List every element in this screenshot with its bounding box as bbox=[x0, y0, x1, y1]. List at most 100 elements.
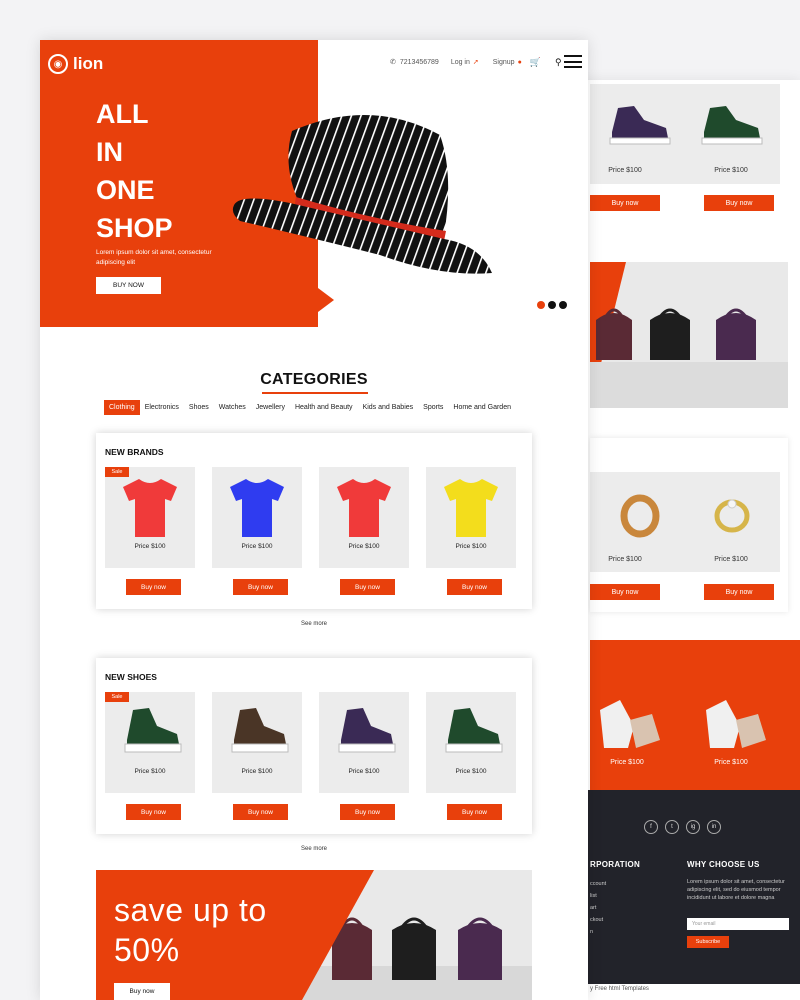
back-boots-section bbox=[590, 640, 800, 790]
product-card[interactable]: Price $100 bbox=[319, 692, 409, 793]
promo-line: 50% bbox=[114, 932, 180, 968]
phone-number[interactable]: 7213456789 bbox=[400, 59, 439, 66]
tab-health-beauty[interactable]: Health and Beauty bbox=[290, 400, 358, 415]
promo-text: save up to 50% bbox=[114, 890, 267, 970]
phone-icon: ✆ bbox=[390, 59, 396, 66]
login-icon: ➚ bbox=[472, 59, 479, 66]
categories-title: CATEGORIES bbox=[260, 371, 368, 388]
search-icon[interactable]: ⚲ bbox=[555, 57, 562, 68]
footer-link[interactable]: list bbox=[590, 892, 597, 900]
tab-home-garden[interactable]: Home and Garden bbox=[448, 400, 516, 415]
tshirt-icon bbox=[230, 479, 284, 537]
user-icon: ● bbox=[517, 58, 522, 66]
product-card[interactable]: Price $100 bbox=[426, 467, 516, 568]
categories-underline bbox=[262, 392, 368, 394]
product-price: Price $100 bbox=[134, 768, 166, 775]
buy-now-button[interactable]: Buy now bbox=[340, 804, 395, 820]
fedora-hat-image bbox=[232, 114, 492, 274]
buy-now-button[interactable]: Buy now bbox=[233, 804, 288, 820]
tshirt-shape bbox=[444, 479, 498, 537]
footer-link[interactable]: ckout bbox=[590, 916, 603, 924]
tab-clothing[interactable]: Clothing bbox=[104, 400, 140, 415]
back-footer: f t ig in RPORATION ccount list art ckou… bbox=[580, 790, 800, 984]
sneaker-icon bbox=[338, 708, 396, 753]
facebook-icon[interactable]: f bbox=[644, 820, 658, 834]
hero-title: ALL IN ONE SHOP bbox=[96, 95, 173, 247]
cart-icon[interactable]: 🛒 bbox=[530, 57, 541, 68]
linkedin-icon[interactable]: in bbox=[707, 820, 721, 834]
tab-sports[interactable]: Sports bbox=[418, 400, 448, 415]
sneaker-icon bbox=[445, 708, 503, 753]
signup-link[interactable]: Signup bbox=[493, 59, 515, 66]
main-page: ◉ lion ALL IN ONE SHOP Lorem ipsum dolor… bbox=[40, 40, 588, 1000]
carousel-dots[interactable] bbox=[537, 301, 567, 309]
back-buy-button[interactable]: Buy now bbox=[704, 584, 774, 600]
product-price: Price $100 bbox=[134, 543, 166, 550]
promo-banner: save up to 50% Buy now bbox=[96, 870, 532, 1000]
tshirt-shape bbox=[230, 479, 284, 537]
login-link[interactable]: Log in bbox=[451, 59, 470, 66]
back-price: Price $100 bbox=[714, 759, 748, 766]
footer-link[interactable]: ccount bbox=[590, 880, 606, 888]
product-card[interactable]: Price $100 bbox=[212, 692, 302, 793]
menu-icon[interactable] bbox=[564, 55, 582, 68]
product-price: Price $100 bbox=[455, 543, 487, 550]
buy-now-button[interactable]: Buy now bbox=[233, 579, 288, 595]
tab-electronics[interactable]: Electronics bbox=[140, 400, 184, 415]
hero-title-line: IN bbox=[96, 137, 123, 167]
back-buy-button[interactable]: Buy now bbox=[590, 584, 660, 600]
product-card[interactable]: Price $100 bbox=[212, 467, 302, 568]
hero-title-line: ALL bbox=[96, 99, 149, 129]
buy-now-button[interactable]: Buy now bbox=[126, 579, 181, 595]
twitter-icon[interactable]: t bbox=[665, 820, 679, 834]
sneaker-shape bbox=[448, 708, 500, 746]
footer-subscribe-button[interactable]: Subscribe bbox=[687, 936, 729, 948]
carousel-dot[interactable] bbox=[559, 301, 567, 309]
footer-email-input[interactable]: Your email bbox=[687, 918, 789, 930]
tab-shoes[interactable]: Shoes bbox=[184, 400, 214, 415]
tshirt-shape bbox=[337, 479, 391, 537]
tab-watches[interactable]: Watches bbox=[214, 400, 251, 415]
tshirt-shape bbox=[123, 479, 177, 537]
footer-col1-title: RPORATION bbox=[590, 860, 641, 869]
buy-now-button[interactable]: Buy now bbox=[447, 579, 502, 595]
carousel-dot[interactable] bbox=[548, 301, 556, 309]
footer-col2-text: Lorem ipsum dolor sit amet, consectetur … bbox=[687, 879, 785, 901]
logo[interactable]: ◉ lion bbox=[48, 54, 103, 74]
product-card[interactable]: Price $100 bbox=[319, 467, 409, 568]
new-shoes-panel: NEW SHOES Sale Price $100 Price $100 Pri… bbox=[96, 658, 532, 834]
product-card[interactable]: Sale Price $100 bbox=[105, 692, 195, 793]
sneaker-icon bbox=[124, 708, 182, 753]
see-more-link[interactable]: See more bbox=[40, 846, 588, 852]
logo-text: lion bbox=[73, 54, 104, 73]
tab-jewellery[interactable]: Jewellery bbox=[251, 400, 290, 415]
product-price: Price $100 bbox=[455, 768, 487, 775]
see-more-link[interactable]: See more bbox=[40, 621, 588, 627]
hero-section: ◉ lion ALL IN ONE SHOP Lorem ipsum dolor… bbox=[40, 40, 588, 327]
sneaker-icon bbox=[609, 106, 671, 145]
product-price: Price $100 bbox=[241, 543, 273, 550]
footer-link[interactable]: n bbox=[590, 928, 593, 936]
product-card[interactable]: Price $100 bbox=[426, 692, 516, 793]
carousel-dot[interactable] bbox=[537, 301, 545, 309]
new-brands-panel: NEW BRANDS Sale Price $100 Price $100 Pr… bbox=[96, 433, 532, 609]
sneaker-shape bbox=[127, 708, 179, 746]
instagram-icon[interactable]: ig bbox=[686, 820, 700, 834]
buy-now-button[interactable]: Buy now bbox=[340, 579, 395, 595]
new-brands-title: NEW BRANDS bbox=[105, 447, 164, 457]
back-price: Price $100 bbox=[610, 759, 644, 766]
promo-buy-now-button[interactable]: Buy now bbox=[114, 983, 170, 1000]
hero-title-line: SHOP bbox=[96, 213, 173, 243]
hero-buy-now-button[interactable]: BUY NOW bbox=[96, 277, 161, 294]
back-price: Price $100 bbox=[714, 167, 748, 174]
tab-kids-babies[interactable]: Kids and Babies bbox=[358, 400, 419, 415]
product-price: Price $100 bbox=[348, 543, 380, 550]
back-price: Price $100 bbox=[608, 167, 642, 174]
back-buy-button[interactable]: Buy now bbox=[704, 195, 774, 211]
top-nav: ✆ 7213456789 Log in ➚ Signup ● 🛒 ⚲ bbox=[390, 54, 562, 70]
buy-now-button[interactable]: Buy now bbox=[447, 804, 502, 820]
back-buy-button[interactable]: Buy now bbox=[590, 195, 660, 211]
buy-now-button[interactable]: Buy now bbox=[126, 804, 181, 820]
footer-link[interactable]: art bbox=[590, 904, 596, 912]
product-card[interactable]: Sale Price $100 bbox=[105, 467, 195, 568]
